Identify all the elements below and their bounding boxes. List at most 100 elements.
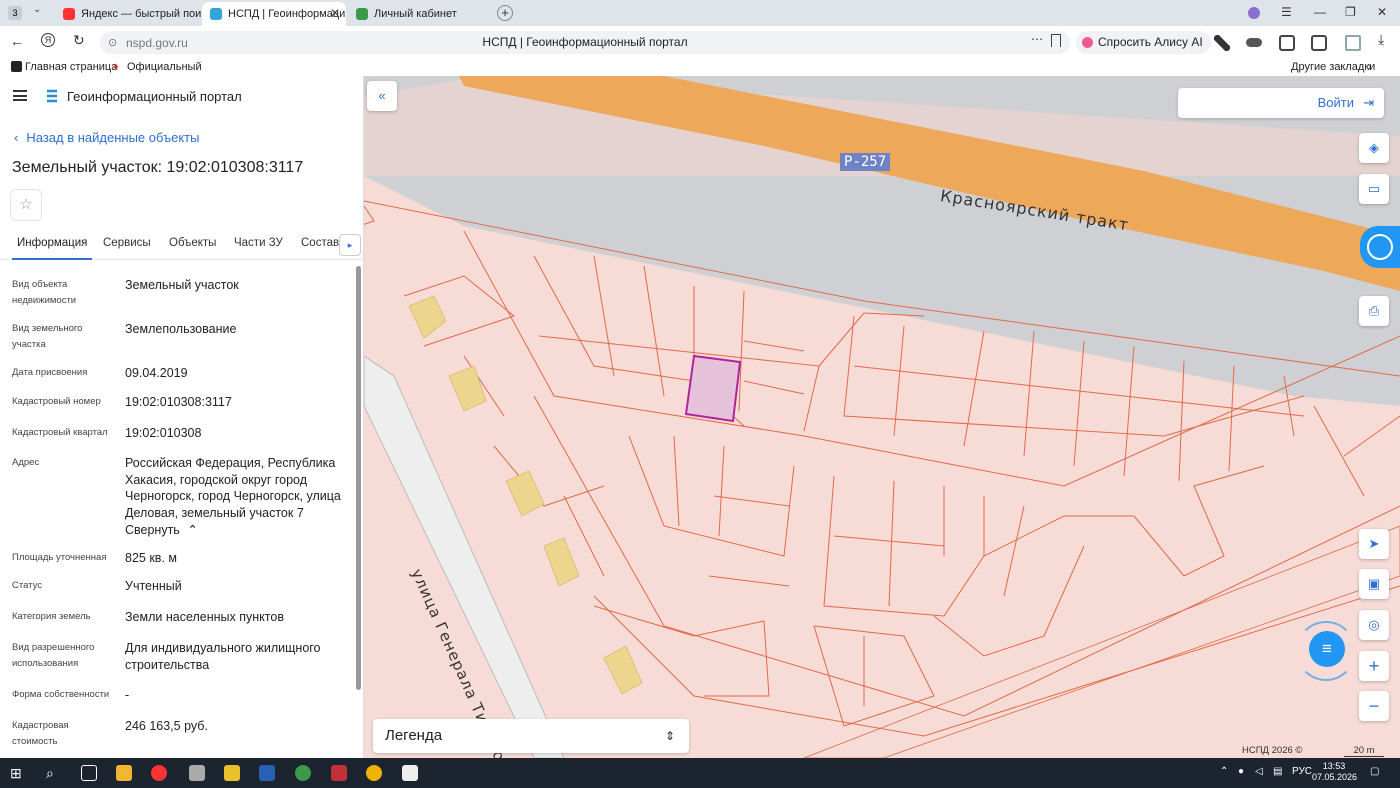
tab-parts[interactable]: Части ЗУ: [234, 237, 283, 249]
nspd-favicon-icon: [210, 8, 222, 20]
mic-icon[interactable]: ●: [1238, 766, 1244, 777]
field-label: Вид разрешенного использования: [12, 642, 95, 669]
field-label: Площадь уточненная: [12, 552, 107, 563]
field-value: 825 кв. м: [125, 551, 177, 565]
menu-icon[interactable]: ☰: [1281, 5, 1292, 19]
explorer-icon[interactable]: [116, 765, 132, 781]
portal-logo-icon: [47, 89, 57, 103]
panel-scrollbar[interactable]: [356, 266, 361, 690]
tab-nspd[interactable]: НСПД | Геоинформаци ✕: [202, 2, 346, 26]
app-icon[interactable]: [189, 765, 205, 781]
tab-yandex[interactable]: Яндекс — быстрый поиск: [55, 2, 201, 26]
field-value: 19:02:010308: [125, 426, 202, 440]
yandex-browser-icon[interactable]: [151, 765, 167, 781]
scale-bar: 20 m: [1344, 745, 1384, 757]
new-tab-button[interactable]: +: [497, 5, 513, 21]
side-widget-tab[interactable]: [1360, 226, 1400, 268]
field-label: Вид объекта недвижимости: [12, 279, 77, 306]
chat-icon[interactable]: ≡: [1309, 631, 1345, 667]
search-icon[interactable]: ⌕: [46, 765, 62, 781]
collections-icon[interactable]: [1311, 35, 1327, 51]
downloads-icon[interactable]: ⤓: [1378, 31, 1384, 48]
cabinet-favicon-icon: [356, 8, 368, 20]
bookmarks-bar: Главная страница ♦ Официальный са Другие…: [0, 58, 1400, 76]
field-label: Кадастровый номер: [12, 396, 101, 407]
tray-chevron-icon[interactable]: ⌃: [1220, 766, 1228, 777]
task-view-icon[interactable]: [81, 765, 97, 781]
windows-start-icon[interactable]: ⊞: [10, 765, 26, 781]
tabs-next-icon[interactable]: ▸: [339, 234, 361, 256]
extension-icon[interactable]: [1246, 38, 1262, 47]
bookmark-home[interactable]: Главная страница: [25, 61, 117, 73]
document-icon[interactable]: [402, 765, 418, 781]
notes-icon[interactable]: [224, 765, 240, 781]
legend-label: Легенда: [385, 727, 443, 744]
field-label: Адрес: [12, 457, 40, 468]
map-canvas[interactable]: Р-257 Красноярский тракт улица Генерала …: [364, 76, 1400, 758]
other-bookmarks[interactable]: Другие закладки: [1291, 61, 1375, 73]
word-icon[interactable]: [259, 765, 275, 781]
minimap-icon[interactable]: ▣: [1359, 569, 1389, 599]
more-icon[interactable]: ⋯: [1031, 32, 1043, 46]
field-value: Земельный участок: [125, 278, 239, 292]
info-tabs: Информация Сервисы Объекты Части ЗУ Сост…: [0, 226, 363, 260]
tab-count-badge[interactable]: 3: [8, 6, 22, 20]
field-value: 19:02:010308:3117: [125, 395, 232, 409]
geolocation-icon[interactable]: ◎: [1359, 610, 1389, 640]
tab-services[interactable]: Сервисы: [103, 237, 151, 249]
field-label: Категория земель: [12, 611, 91, 622]
notifications-icon[interactable]: ▢: [1370, 766, 1379, 777]
favorite-star-icon[interactable]: ☆: [10, 189, 42, 221]
other-bookmarks-chevron-icon[interactable]: ›: [1368, 61, 1372, 73]
tab-cabinet[interactable]: Личный кабинет: [348, 2, 488, 26]
tab-composition[interactable]: Состав: [301, 237, 339, 249]
field-value: Земли населенных пунктов: [125, 610, 284, 624]
portal-name: Геоинформационный портал: [67, 89, 242, 104]
tab-list-chevron-icon[interactable]: ⌄: [33, 4, 41, 15]
volume-icon[interactable]: ◁: [1255, 766, 1263, 777]
ask-alice-button[interactable]: Спросить Алису AI: [1076, 31, 1211, 54]
field-label: Статус: [12, 580, 43, 591]
ruler-icon[interactable]: ▭: [1359, 174, 1389, 204]
home-bookmark-icon: [11, 61, 22, 72]
device-icon[interactable]: [1345, 35, 1361, 51]
chrome-icon[interactable]: [295, 765, 311, 781]
bookmark-icon[interactable]: [1051, 34, 1061, 47]
close-window-icon[interactable]: ✕: [1377, 5, 1387, 19]
puzzle-icon[interactable]: [1279, 35, 1295, 51]
maximize-icon[interactable]: ❐: [1345, 5, 1356, 19]
tab-information[interactable]: Информация: [12, 237, 93, 260]
app-red-icon[interactable]: [331, 765, 347, 781]
collapse-label: Свернуть: [125, 523, 180, 537]
close-tab-icon[interactable]: ✕: [330, 6, 340, 20]
tab-title: НСПД | Геоинформаци: [228, 8, 346, 20]
system-clock[interactable]: 13:53 07.05.2026: [1312, 761, 1357, 783]
tools-icon[interactable]: [1214, 35, 1230, 51]
1c-icon[interactable]: [366, 765, 382, 781]
info-panel: Геоинформационный портал ‹ Назад в найден…: [0, 76, 364, 758]
field-value: Для индивидуального жилищного строительс…: [125, 641, 321, 672]
login-button[interactable]: Войти ⇥: [1178, 88, 1384, 118]
print-icon[interactable]: ⎙: [1359, 296, 1389, 326]
language-indicator[interactable]: РУС: [1292, 766, 1312, 777]
zoom-in-button[interactable]: +: [1359, 651, 1389, 681]
minimize-icon[interactable]: —: [1314, 5, 1326, 19]
legend-panel[interactable]: Легенда ⇕: [373, 719, 689, 753]
layers-icon[interactable]: ◈: [1359, 133, 1389, 163]
back-link-label: Назад в найденные объекты: [26, 130, 200, 145]
tab-title: Личный кабинет: [374, 8, 457, 20]
zoom-out-button[interactable]: −: [1359, 691, 1389, 721]
field-label: Кадастровая стоимость: [12, 720, 69, 747]
tab-objects[interactable]: Объекты: [169, 237, 216, 249]
network-icon[interactable]: ▤: [1273, 766, 1282, 777]
field-label: Кадастровый квартал: [12, 427, 108, 438]
bookmark-official[interactable]: Официальный са: [127, 61, 203, 73]
profile-icon[interactable]: [1248, 7, 1260, 19]
back-to-results-link[interactable]: ‹ Назад в найденные объекты: [14, 130, 199, 145]
menu-burger-icon[interactable]: [13, 90, 27, 101]
collapse-panel-button[interactable]: «: [367, 81, 397, 111]
field-value: Российская Федерация, Республика Хакасия…: [125, 456, 341, 520]
collapse-link[interactable]: Свернуть ⌃: [125, 522, 350, 539]
locate-icon[interactable]: ➤: [1359, 529, 1389, 559]
field-value: Учтенный: [125, 579, 182, 593]
